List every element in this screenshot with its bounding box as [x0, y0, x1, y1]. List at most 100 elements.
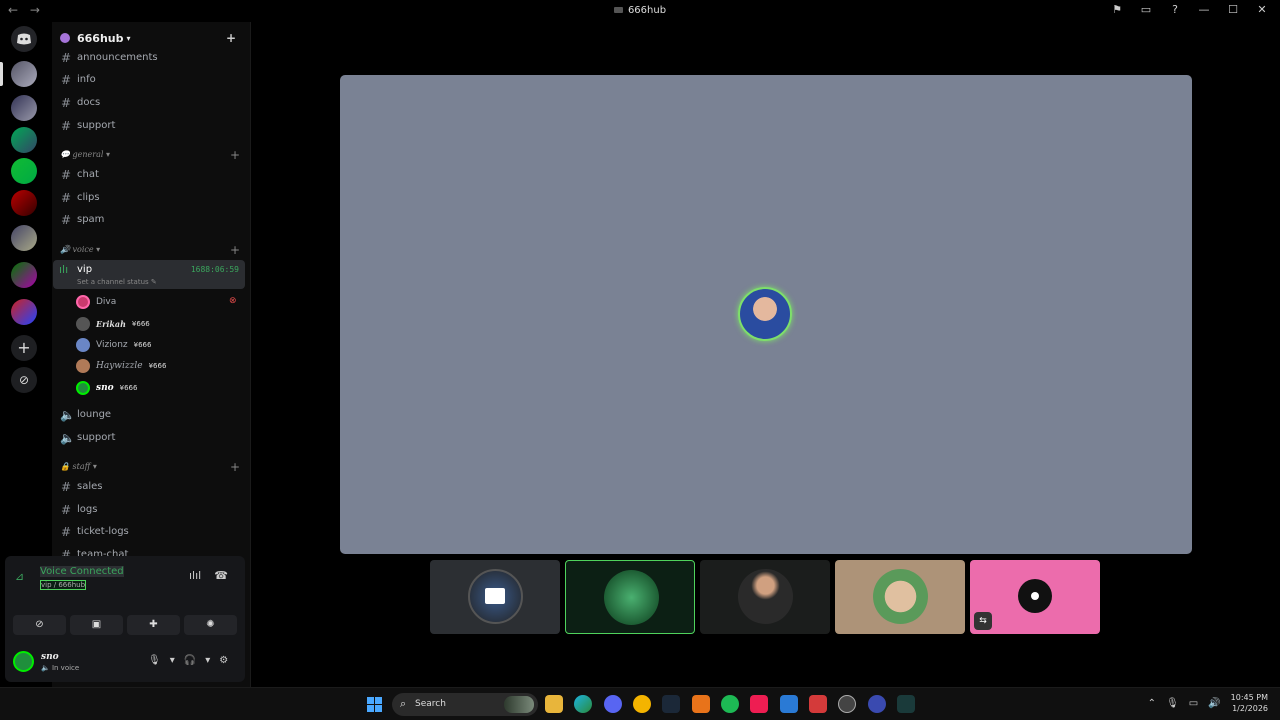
chevron-up-icon[interactable]: ⌃ — [1148, 698, 1156, 709]
app-icon[interactable] — [838, 695, 856, 713]
screen-share-icon: ▣ — [91, 619, 102, 630]
channel-docs[interactable]: # docs — [52, 92, 245, 113]
channel-chat[interactable]: # chat — [52, 164, 245, 185]
screen-share-button[interactable]: ▣ — [70, 615, 123, 635]
discord-home-icon[interactable] — [11, 26, 37, 52]
voice-channel-lounge[interactable]: 🔈 lounge — [52, 404, 245, 425]
voice-channel-support[interactable]: 🔈 support — [52, 427, 245, 448]
activities-button[interactable]: ✚ — [127, 615, 180, 635]
soundboard-button[interactable]: ✺ — [184, 615, 237, 635]
voice-member[interactable]: Vizionz ¥666 — [76, 336, 151, 354]
voice-channel-label: vip — [77, 264, 93, 275]
member-name: sno — [96, 383, 114, 393]
headphones-icon[interactable]: 🎧 — [184, 655, 196, 666]
add-channel-icon[interactable]: + — [230, 243, 240, 257]
server-icon[interactable] — [11, 225, 37, 251]
file-explorer-icon[interactable] — [545, 695, 563, 713]
channel-logs[interactable]: # logs — [52, 499, 245, 520]
voice-timer: 1688:06:59 — [190, 265, 239, 274]
invite-people-icon[interactable]: + — [226, 31, 236, 45]
add-channel-icon[interactable]: + — [230, 148, 240, 162]
hash-icon: # — [60, 212, 72, 227]
search-highlight-image — [504, 696, 534, 713]
microphone-icon[interactable]: 🎙 — [1166, 698, 1179, 709]
hash-icon: # — [60, 502, 72, 517]
terminal-icon[interactable] — [897, 695, 915, 713]
speaker-icon: 🔈 — [41, 664, 50, 672]
clock[interactable]: 10:45 PM 1/2/2026 — [1231, 692, 1268, 714]
channel-sales[interactable]: # sales — [52, 476, 245, 497]
participant-tile[interactable]: ⇆ — [970, 560, 1100, 634]
steam-icon[interactable] — [662, 695, 680, 713]
disconnect-icon[interactable]: ☎ — [214, 569, 228, 582]
participant-avatar — [873, 569, 928, 624]
app-icon[interactable] — [809, 695, 827, 713]
participant-tile[interactable] — [430, 560, 560, 634]
clock-date: 1/2/2026 — [1232, 704, 1268, 713]
spotify-icon[interactable] — [721, 695, 739, 713]
windows-start-icon[interactable] — [367, 697, 382, 712]
channel-clips[interactable]: # clips — [52, 187, 245, 208]
hash-icon: # — [60, 190, 72, 205]
discover-icon[interactable]: ⊘ — [11, 367, 37, 393]
server-folder-icon[interactable] — [11, 299, 37, 325]
category-staff[interactable]: 🔒 staff ▾ + — [60, 460, 240, 474]
inbox-icon[interactable]: ▭ — [1138, 3, 1154, 16]
soundboard-icon: ✺ — [206, 619, 215, 630]
maximize-icon[interactable]: ☐ — [1225, 3, 1241, 16]
add-channel-icon[interactable]: + — [230, 460, 240, 474]
participant-tile[interactable] — [700, 560, 830, 634]
pencil-icon: ✎ — [150, 278, 157, 286]
voice-member[interactable]: sno ¥666 — [76, 379, 137, 397]
add-server-icon[interactable]: + — [11, 335, 37, 361]
hash-icon: # — [60, 118, 72, 133]
camera-toggle-button[interactable]: ⊘ — [13, 615, 66, 635]
close-icon[interactable]: ✕ — [1254, 3, 1270, 16]
server-icon[interactable] — [11, 190, 37, 216]
server-icon[interactable] — [11, 127, 37, 153]
chevron-down-icon[interactable]: ▾ — [205, 655, 210, 666]
user-avatar[interactable] — [13, 651, 34, 672]
channel-status[interactable]: Set a channel status ✎ — [77, 278, 157, 286]
category-general[interactable]: 💬 general ▾ + — [60, 148, 240, 162]
app-icon[interactable] — [780, 695, 798, 713]
app-icon[interactable] — [692, 695, 710, 713]
noise-suppression-icon[interactable]: ılıl — [189, 569, 201, 582]
display-icon[interactable]: ▭ — [1189, 698, 1198, 709]
server-icon[interactable] — [11, 158, 37, 184]
category-voice[interactable]: 🔊 voice ▾ + — [60, 243, 240, 257]
voice-member[interactable]: Erikah ¥666 — [76, 315, 150, 333]
chevron-down-icon[interactable]: ▾ — [170, 655, 175, 666]
discord-icon[interactable] — [604, 695, 622, 713]
help-icon[interactable]: ? — [1167, 3, 1183, 16]
hash-icon: # — [60, 479, 72, 494]
channel-announcements[interactable]: # announcements — [52, 47, 245, 68]
flag-icon[interactable]: ⚑ — [1109, 3, 1125, 16]
member-name: Vizionz — [96, 340, 128, 350]
volume-icon[interactable]: 🔊 — [1208, 698, 1220, 709]
channel-label: docs — [77, 97, 101, 108]
microphone-icon[interactable]: 🎙 — [148, 655, 161, 666]
member-name: Haywizzle — [96, 361, 143, 371]
channel-support[interactable]: # support — [52, 115, 245, 136]
minimize-icon[interactable]: — — [1196, 3, 1212, 16]
voice-user-panel: ⊿ Voice Connected vip / 666hub ılıl ☎ ⊘ … — [5, 556, 245, 682]
focused-participant-tile[interactable] — [340, 75, 1192, 554]
channel-ticket-logs[interactable]: # ticket-logs — [52, 521, 245, 542]
participant-tile[interactable] — [565, 560, 695, 634]
server-folder-icon[interactable] — [11, 262, 37, 288]
app-icon[interactable] — [633, 695, 651, 713]
gear-icon[interactable]: ⚙ — [219, 655, 228, 666]
channel-spam[interactable]: # spam — [52, 209, 245, 230]
edge-icon[interactable] — [574, 695, 592, 713]
server-icon[interactable] — [11, 61, 37, 87]
taskbar-search[interactable]: ⌕ Search — [392, 693, 538, 716]
voice-member[interactable]: Haywizzle ¥666 — [76, 357, 166, 375]
voice-channel-vip[interactable]: ılı vip 1688:06:59 Set a channel status … — [53, 260, 245, 289]
server-icon[interactable] — [11, 95, 37, 121]
participant-tile[interactable] — [835, 560, 965, 634]
app-icon[interactable] — [868, 695, 886, 713]
voice-member[interactable]: Diva — [76, 293, 116, 311]
tiktok-icon[interactable] — [750, 695, 768, 713]
channel-info[interactable]: # info — [52, 69, 245, 90]
